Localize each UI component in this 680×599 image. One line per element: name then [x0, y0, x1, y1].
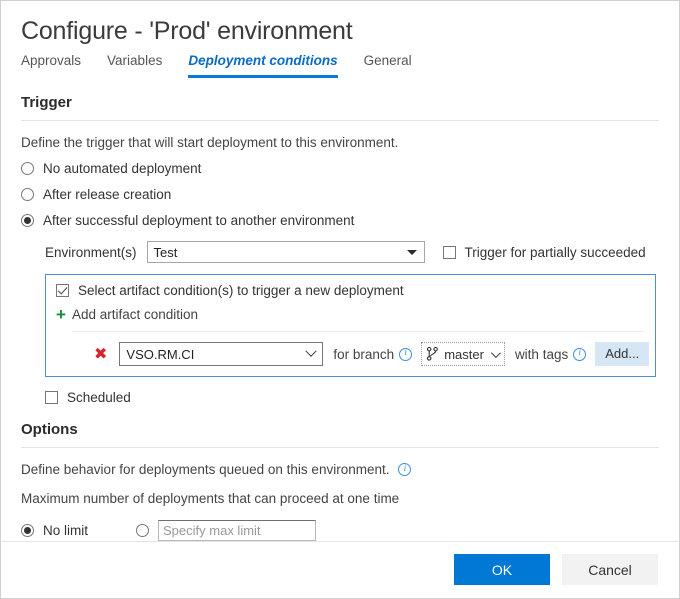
checkbox-trigger-partially-succeeded-label[interactable]: Trigger for partially succeeded: [465, 245, 646, 260]
artifact-select[interactable]: VSO.RM.CI: [119, 342, 324, 366]
checkbox-scheduled[interactable]: [45, 391, 58, 404]
add-artifact-condition-row[interactable]: + Add artifact condition: [46, 306, 655, 323]
radio-no-automated-deployment-label[interactable]: No automated deployment: [43, 161, 201, 176]
tab-bar: Approvals Variables Deployment condition…: [1, 48, 679, 78]
branch-name: master: [444, 346, 484, 362]
info-icon[interactable]: i: [399, 347, 413, 361]
environment-label: Environment(s): [45, 244, 137, 260]
dialog-footer: OK Cancel: [2, 541, 678, 597]
tab-deployment-conditions[interactable]: Deployment conditions: [188, 53, 338, 78]
radio-no-automated-deployment[interactable]: [21, 162, 34, 175]
checkbox-select-artifact-conditions[interactable]: [56, 284, 69, 297]
radio-after-successful-deployment[interactable]: [21, 214, 34, 227]
checkbox-scheduled-label[interactable]: Scheduled: [67, 390, 131, 405]
chevron-down-icon: [406, 249, 417, 255]
trigger-divider: [21, 120, 659, 121]
max-deployments-label: Maximum number of deployments that can p…: [21, 491, 400, 506]
options-heading: Options: [21, 421, 78, 438]
add-tags-button[interactable]: Add...: [595, 342, 650, 366]
radio-no-limit-label[interactable]: No limit: [43, 523, 88, 538]
branch-icon: [427, 347, 439, 361]
tab-general[interactable]: General: [364, 53, 412, 78]
cancel-button[interactable]: Cancel: [562, 554, 658, 585]
artifact-select-value: VSO.RM.CI: [126, 346, 195, 362]
specify-max-limit-input[interactable]: [158, 520, 317, 541]
configure-environment-dialog: Configure - 'Prod' environment Approvals…: [0, 0, 680, 599]
ok-button[interactable]: OK: [454, 554, 550, 585]
tab-approvals[interactable]: Approvals: [21, 53, 81, 78]
options-description: Define behavior for deployments queued o…: [21, 462, 390, 477]
chevron-down-icon: [490, 347, 501, 358]
environment-row: Environment(s) Test Trigger for partiall…: [21, 241, 659, 263]
plus-icon[interactable]: +: [56, 306, 66, 323]
radio-after-successful-deployment-label[interactable]: After successful deployment to another e…: [43, 213, 354, 228]
environment-select[interactable]: Test: [146, 241, 425, 263]
partially-succeeded-row[interactable]: Trigger for partially succeeded: [442, 245, 646, 260]
page-title: Configure - 'Prod' environment: [21, 17, 353, 45]
checkbox-select-artifact-conditions-label[interactable]: Select artifact condition(s) to trigger …: [78, 283, 404, 298]
trigger-description: Define the trigger that will start deplo…: [21, 135, 399, 150]
radio-no-limit[interactable]: [21, 524, 34, 537]
branch-picker[interactable]: master: [421, 342, 505, 366]
add-artifact-condition-link[interactable]: Add artifact condition: [72, 307, 198, 322]
tab-variables[interactable]: Variables: [107, 53, 162, 78]
environment-select-value: Test: [153, 244, 178, 260]
for-branch-label: for branch: [333, 346, 395, 362]
trigger-option-no-automated[interactable]: No automated deployment: [21, 161, 659, 176]
with-tags-label: with tags: [514, 346, 569, 362]
remove-x-icon[interactable]: ✖: [94, 346, 107, 362]
options-divider: [21, 447, 659, 448]
info-icon[interactable]: i: [398, 463, 412, 476]
artifact-condition-row: ✖ VSO.RM.CI for branch i master with tag…: [46, 342, 655, 366]
radio-after-release-creation[interactable]: [21, 188, 34, 201]
trigger-option-after-successful-deployment[interactable]: After successful deployment to another e…: [21, 213, 659, 228]
limit-row: No limit: [21, 520, 659, 541]
radio-specify-max-limit[interactable]: [136, 524, 150, 537]
chevron-down-icon: [305, 345, 318, 357]
radio-after-release-creation-label[interactable]: After release creation: [43, 187, 171, 202]
scheduled-row[interactable]: Scheduled: [21, 390, 659, 405]
info-icon[interactable]: i: [573, 347, 587, 361]
artifact-condition-panel: Select artifact condition(s) to trigger …: [45, 274, 656, 377]
select-artifact-condition-row[interactable]: Select artifact condition(s) to trigger …: [46, 283, 655, 298]
options-description-row: Define behavior for deployments queued o…: [21, 462, 659, 477]
trigger-option-after-release-creation[interactable]: After release creation: [21, 187, 659, 202]
artifact-row-divider: [72, 331, 643, 332]
checkbox-trigger-partially-succeeded[interactable]: [442, 245, 456, 259]
trigger-heading: Trigger: [21, 94, 72, 111]
